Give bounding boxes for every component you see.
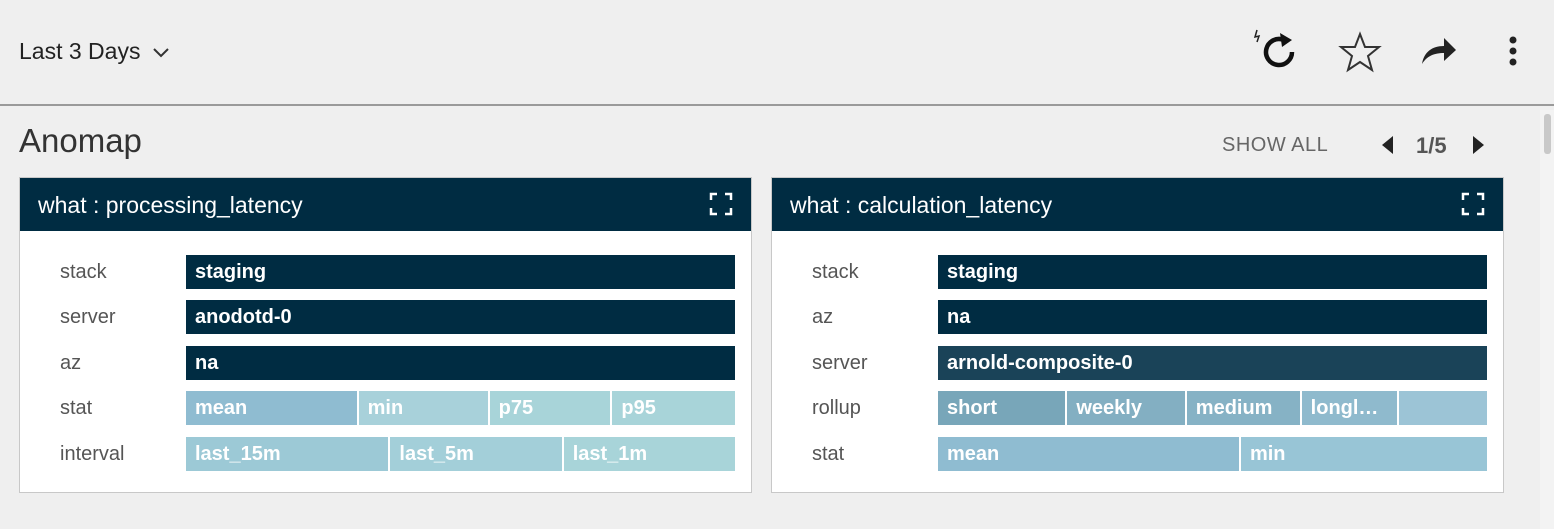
card-header: what : calculation_latency xyxy=(772,178,1503,231)
segment-bar: mean min p75 p95 xyxy=(186,391,735,425)
dimension-label: stat xyxy=(812,443,845,465)
show-all-button[interactable]: SHOW ALL xyxy=(1222,134,1328,157)
dimension-value-segment[interactable]: last_1m xyxy=(563,437,735,471)
refresh-icon[interactable] xyxy=(1252,28,1300,76)
dimension-row: stat mean min xyxy=(772,437,1503,471)
dimension-label: stack xyxy=(60,261,107,283)
dimension-value-segment[interactable]: last_15m xyxy=(186,437,391,471)
scrollbar[interactable] xyxy=(1540,110,1554,529)
segment-bar: last_15m last_5m last_1m xyxy=(186,437,735,471)
segment-bar: mean min xyxy=(938,437,1487,471)
time-range-dropdown[interactable]: Last 3 Days xyxy=(19,38,170,65)
dimension-row: server arnold-composite-0 xyxy=(772,346,1503,380)
dimension-row: stack staging xyxy=(20,255,751,289)
dimension-label: stat xyxy=(60,397,93,419)
share-icon[interactable] xyxy=(1414,28,1462,76)
caret-right-icon[interactable] xyxy=(1468,134,1488,156)
dimension-value-segment[interactable]: staging xyxy=(938,255,1487,289)
dimension-value-segment[interactable]: mean xyxy=(938,437,1241,471)
chevron-down-icon xyxy=(152,38,170,65)
card-title: what : calculation_latency xyxy=(790,192,1053,218)
dimension-value-segment[interactable]: na xyxy=(186,346,735,380)
scrollbar-thumb[interactable] xyxy=(1544,114,1551,154)
segment-bar: staging xyxy=(186,255,735,289)
dimension-label: server xyxy=(60,306,116,328)
dimension-value-segment[interactable]: min xyxy=(1240,437,1487,471)
dimension-label: rollup xyxy=(812,397,861,419)
card-header: what : processing_latency xyxy=(20,178,751,231)
dimension-value-segment[interactable]: short xyxy=(938,391,1068,425)
dimension-row: stat mean min p75 p95 xyxy=(20,391,751,425)
segment-bar: short weekly medium longl… xyxy=(938,391,1487,425)
dimension-value-segment[interactable]: last_5m xyxy=(390,437,564,471)
dimension-label: interval xyxy=(60,443,125,465)
dimension-value-segment[interactable]: mean xyxy=(186,391,359,425)
dimension-value-segment[interactable]: anodotd-0 xyxy=(186,300,735,334)
dimension-value-segment[interactable]: p95 xyxy=(612,391,735,425)
dimension-row: az na xyxy=(20,346,751,380)
dimension-value-segment[interactable]: arnold-composite-0 xyxy=(938,346,1487,380)
segment-bar: staging xyxy=(938,255,1487,289)
dimension-value-segment[interactable]: longl… xyxy=(1301,391,1400,425)
dimension-row: az na xyxy=(772,300,1503,334)
more-vertical-icon[interactable] xyxy=(1490,28,1538,76)
star-icon[interactable] xyxy=(1336,28,1384,76)
page-indicator: 1/5 xyxy=(1416,133,1447,158)
dimension-row: interval last_15m last_5m last_1m xyxy=(20,437,751,471)
caret-left-icon[interactable] xyxy=(1378,134,1398,156)
dimension-value-segment[interactable]: min xyxy=(358,391,490,425)
dimension-row: stack staging xyxy=(772,255,1503,289)
dimension-value-segment[interactable]: p75 xyxy=(489,391,613,425)
segment-bar: anodotd-0 xyxy=(186,300,735,334)
page-title: Anomap xyxy=(19,122,142,159)
segment-bar: arnold-composite-0 xyxy=(938,346,1487,380)
top-toolbar: Last 3 Days xyxy=(0,0,1554,106)
dimension-value-segment[interactable]: staging xyxy=(186,255,735,289)
card-title: what : processing_latency xyxy=(38,192,303,218)
dimension-row: server anodotd-0 xyxy=(20,300,751,334)
dimension-label: stack xyxy=(812,261,859,283)
dimension-value-segment[interactable]: weekly xyxy=(1067,391,1187,425)
segment-bar: na xyxy=(938,300,1487,334)
anomap-card: what : calculation_latency stack staging… xyxy=(771,177,1504,493)
dimension-row: rollup short weekly medium longl… xyxy=(772,391,1503,425)
dimension-value-segment[interactable] xyxy=(1399,391,1487,425)
expand-icon[interactable] xyxy=(1461,192,1485,216)
anomap-card: what : processing_latency stack staging … xyxy=(19,177,752,493)
dimension-label: az xyxy=(60,352,82,374)
dimension-label: az xyxy=(812,306,834,328)
segment-bar: na xyxy=(186,346,735,380)
dimension-label: server xyxy=(812,352,868,374)
dimension-value-segment[interactable]: medium xyxy=(1186,391,1302,425)
dimension-value-segment[interactable]: na xyxy=(938,300,1487,334)
expand-icon[interactable] xyxy=(709,192,733,216)
time-range-label: Last 3 Days xyxy=(19,38,141,64)
